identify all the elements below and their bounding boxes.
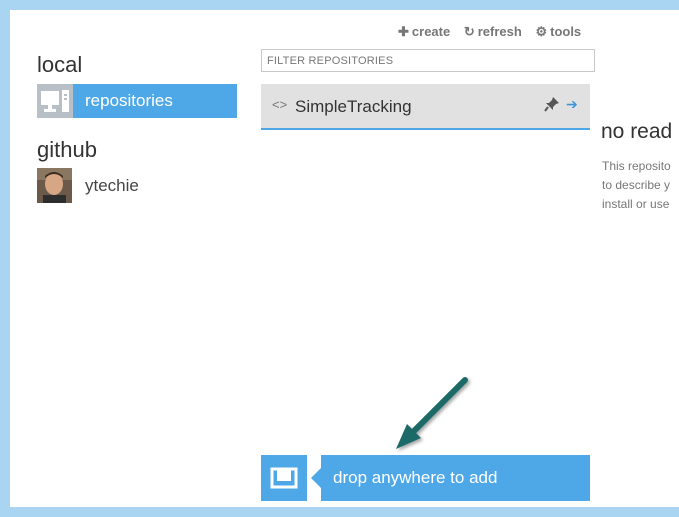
annotation-arrow xyxy=(396,377,468,449)
app-window: local repositories github ytechie ✚ creat… xyxy=(10,10,679,507)
